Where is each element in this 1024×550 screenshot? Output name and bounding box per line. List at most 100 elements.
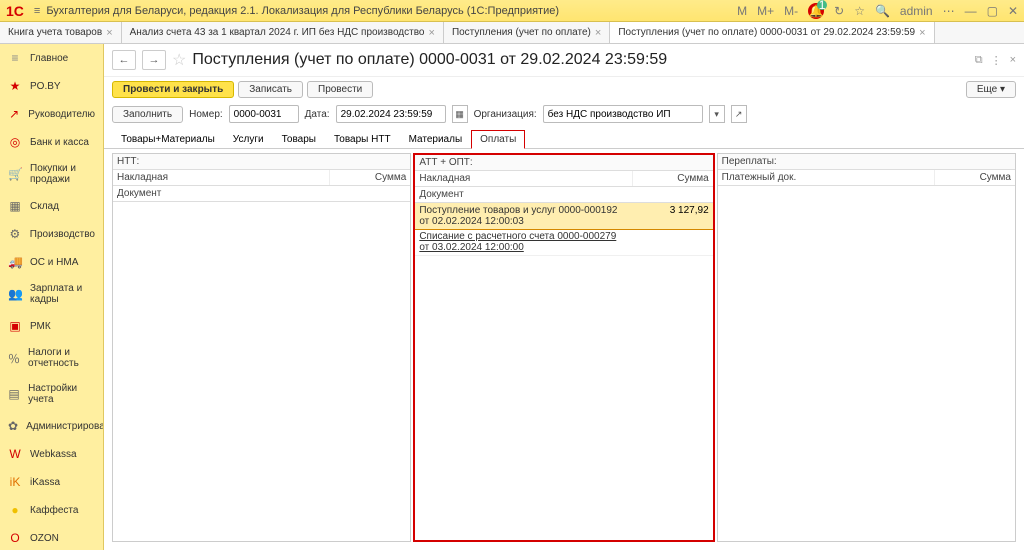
org-field[interactable] <box>543 105 703 123</box>
grid-overpay-rows[interactable] <box>718 186 1015 541</box>
m-icon[interactable]: M <box>737 4 747 18</box>
table-row[interactable]: Списание с расчетного счета 0000-000279 … <box>415 229 712 256</box>
back-button[interactable]: ← <box>112 50 136 70</box>
col-sum: Сумма <box>935 170 1015 185</box>
tab-close-icon[interactable]: × <box>595 27 601 39</box>
grid-ntt-title: НТТ: <box>113 154 410 170</box>
sidebar-item[interactable]: 🛒Покупки и продажи <box>0 156 103 192</box>
sidebar-item[interactable]: ●Каффеста <box>0 496 103 524</box>
sidebar-item[interactable]: WWebkassa <box>0 440 103 468</box>
more-button[interactable]: Еще ▾ <box>966 81 1016 98</box>
sidebar-item[interactable]: ≡Главное <box>0 44 103 72</box>
sidebar-item[interactable]: ▦ Склад <box>0 192 103 220</box>
post-button[interactable]: Провести <box>307 81 373 98</box>
sidebar-icon: 🛒 <box>8 167 22 181</box>
col-invoice: Накладная <box>113 170 330 185</box>
document-tabs: Книга учета товаров× Анализ счета 43 за … <box>0 22 1024 44</box>
subtab[interactable]: Товары НТТ <box>325 130 400 148</box>
settings-icon[interactable]: ⋯ <box>943 4 955 18</box>
doc-close-icon[interactable]: × <box>1010 54 1016 67</box>
sidebar-item[interactable]: ✿Администрирование <box>0 412 103 440</box>
sidebar-label: ОС и НМА <box>30 257 78 268</box>
row-sum <box>633 229 713 255</box>
close-icon[interactable]: ✕ <box>1008 4 1018 18</box>
sidebar-label: Склад <box>30 201 59 212</box>
m-minus-icon[interactable]: M- <box>784 4 798 18</box>
favorite-toggle[interactable]: ☆ <box>172 50 186 70</box>
sidebar-item[interactable]: ↗Руководителю <box>0 100 103 128</box>
subtab[interactable]: Товары+Материалы <box>112 130 224 148</box>
sidebar-icon: ↗ <box>8 107 20 121</box>
forward-button[interactable]: → <box>142 50 166 70</box>
grid-ntt-rows[interactable] <box>113 202 410 541</box>
sidebar-icon: W <box>8 447 22 461</box>
sidebar-item[interactable]: ⚙Производство <box>0 220 103 248</box>
sidebar-item[interactable]: ◎Банк и касса <box>0 128 103 156</box>
grid-ntt: НТТ: НакладнаяСумма Документ <box>112 153 411 542</box>
sidebar-label: Производство <box>30 229 95 240</box>
sidebar-label: Банк и касса <box>30 137 89 148</box>
sidebar-icon: 🚚 <box>8 255 22 269</box>
sidebar-item[interactable]: ▤Настройки учета <box>0 376 103 412</box>
tab-close-icon[interactable]: × <box>919 27 925 39</box>
app-title: Бухгалтерия для Беларуси, редакция 2.1. … <box>46 5 737 17</box>
sidebar-label: PO.BY <box>30 81 61 92</box>
tab-receipt-doc[interactable]: Поступления (учет по оплате) 0000-0031 о… <box>610 22 934 43</box>
open-external-icon[interactable]: ⧉ <box>975 54 983 67</box>
user-label[interactable]: admin <box>900 4 933 18</box>
col-payment-doc: Платежный док. <box>718 170 935 185</box>
history-icon[interactable]: ↻ <box>834 4 844 18</box>
sidebar-icon: iK <box>8 475 22 489</box>
sidebar-label: Настройки учета <box>28 383 95 405</box>
doc-menu-icon[interactable]: ⋮ <box>991 54 1002 67</box>
date-field[interactable] <box>336 105 446 123</box>
maximize-icon[interactable]: ▢ <box>987 4 998 18</box>
calendar-icon[interactable]: ▦ <box>452 105 468 123</box>
tab-close-icon[interactable]: × <box>106 27 112 39</box>
sidebar-icon: ％ <box>8 350 20 367</box>
sidebar-item[interactable]: OOZON <box>0 524 103 550</box>
sidebar-label: Зарплата и кадры <box>30 283 95 305</box>
sidebar-icon: ▦ <box>8 199 22 213</box>
org-open-icon[interactable]: ↗ <box>731 105 747 123</box>
col-document: Документ <box>415 187 712 202</box>
number-label: Номер: <box>189 109 223 120</box>
sidebar-icon: ▣ <box>8 319 22 333</box>
sidebar-label: iKassa <box>30 477 60 488</box>
org-select-icon[interactable]: ▾ <box>709 105 725 123</box>
grid-att-rows[interactable]: Поступление товаров и услуг 0000-000192 … <box>415 203 712 540</box>
subtab[interactable]: Услуги <box>224 130 273 148</box>
favorite-icon[interactable]: ☆ <box>854 4 865 18</box>
sidebar-item[interactable]: ★PO.BY <box>0 72 103 100</box>
sidebar-item[interactable]: 👥Зарплата и кадры <box>0 276 103 312</box>
app-logo: 1C <box>6 3 24 19</box>
subtab[interactable]: Оплаты <box>471 130 525 149</box>
sidebar-item[interactable]: ▣ РМК <box>0 312 103 340</box>
subtab[interactable]: Материалы <box>400 130 472 148</box>
notification-bell-icon[interactable]: 🔔1 <box>808 3 824 19</box>
document-area: ← → ☆ Поступления (учет по оплате) 0000-… <box>104 44 1024 550</box>
sidebar-item[interactable]: 🚚 ОС и НМА <box>0 248 103 276</box>
m-plus-icon[interactable]: M+ <box>757 4 774 18</box>
fill-button[interactable]: Заполнить <box>112 106 183 123</box>
tab-book[interactable]: Книга учета товаров× <box>0 22 122 43</box>
col-document: Документ <box>113 186 410 201</box>
subtab[interactable]: Товары <box>273 130 325 148</box>
menu-icon[interactable]: ≡ <box>34 5 40 17</box>
tab-receipts-list[interactable]: Поступления (учет по оплате)× <box>444 22 610 43</box>
number-field[interactable] <box>229 105 299 123</box>
post-and-close-button[interactable]: Провести и закрыть <box>112 81 234 98</box>
col-sum: Сумма <box>330 170 410 185</box>
table-row[interactable]: Поступление товаров и услуг 0000-000192 … <box>415 203 712 230</box>
search-icon[interactable]: 🔍 <box>875 4 890 18</box>
save-button[interactable]: Записать <box>238 81 303 98</box>
sidebar-item[interactable]: iK iKassa <box>0 468 103 496</box>
sidebar-label: РМК <box>30 321 51 332</box>
minimize-icon[interactable]: — <box>965 4 977 18</box>
tab-close-icon[interactable]: × <box>429 27 435 39</box>
col-invoice: Накладная <box>415 171 632 186</box>
tab-analysis[interactable]: Анализ счета 43 за 1 квартал 2024 г. ИП … <box>122 22 444 43</box>
sidebar-item[interactable]: ％Налоги и отчетность <box>0 340 103 376</box>
sidebar-label: Главное <box>30 53 68 64</box>
row-text: Списание с расчетного счета 0000-000279 … <box>415 229 632 255</box>
